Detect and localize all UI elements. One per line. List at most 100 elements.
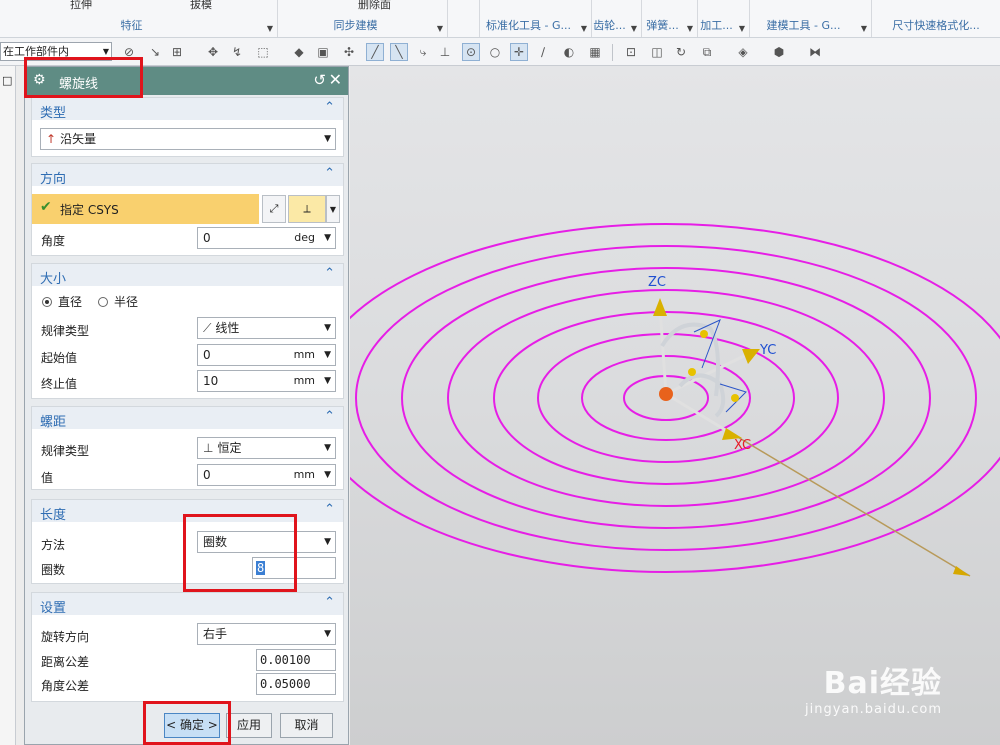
end-value-label: 终止值: [41, 377, 78, 391]
box-select-icon[interactable]: ⬚: [254, 43, 272, 61]
axis-label-x: XC: [734, 438, 751, 453]
pick-icon[interactable]: ↯: [228, 43, 246, 61]
angle-tolerance-input[interactable]: 0.05000: [256, 673, 336, 695]
settings-section: 设置 ⌃ 旋转方向 右手 ▼ 距离公差 0.00100 角度公差 0.05000: [31, 592, 344, 702]
ribbon-group-label: 建模工具 - G...: [766, 19, 841, 32]
settings-section-header[interactable]: 设置 ⌃: [32, 593, 343, 616]
collapse-icon[interactable]: ⌃: [324, 595, 335, 610]
move-icon[interactable]: ✥: [204, 43, 222, 61]
draft-label[interactable]: 拔模: [190, 0, 212, 12]
pitch-section-header[interactable]: 螺距 ⌃: [32, 407, 343, 430]
pitch-unit: mm: [293, 468, 315, 481]
angle-tolerance-label: 角度公差: [41, 679, 90, 693]
section-icon[interactable]: ⧓: [806, 43, 824, 61]
csys-dialog-button[interactable]: ⤢: [262, 195, 286, 223]
ribbon-group-features[interactable]: 拉伸 拔模 特征 ▼: [0, 0, 278, 37]
close-icon[interactable]: ✕: [329, 70, 342, 89]
turns-label: 圈数: [41, 563, 66, 577]
snap-point-icon[interactable]: ⊞: [168, 43, 186, 61]
angle-unit: deg: [294, 231, 315, 244]
arc-icon[interactable]: ╲: [390, 43, 408, 61]
curve-icon[interactable]: ⤷: [414, 43, 432, 61]
collapse-icon[interactable]: ⌃: [324, 409, 335, 424]
csys-type-button[interactable]: ⟂: [288, 195, 326, 223]
selection-toolbar: 在工作部件内 ▼ ⊘ ↘ ⊞ ✥ ↯ ⬚ ◆ ▣ ✣ ╱ ╲ ⤷ ⊥ ⊙ ○ ✛…: [0, 38, 1000, 66]
bars-icon[interactable]: ▦: [586, 43, 604, 61]
fit-view-icon[interactable]: ⊡: [622, 43, 640, 61]
ribbon-group-springs[interactable]: 弹簧... ▼: [642, 0, 698, 37]
ribbon-group-std-tools[interactable]: 标准化工具 - G... ▼: [480, 0, 592, 37]
type-section-header[interactable]: 类型 ⌃: [32, 98, 343, 121]
size-section-header[interactable]: 大小 ⌃: [32, 264, 343, 287]
csys-icon: ⤢: [269, 202, 279, 215]
nav-icon[interactable]: □: [2, 74, 12, 87]
origin-point[interactable]: [659, 387, 673, 401]
orient-icon[interactable]: ⧉: [698, 43, 716, 61]
ribbon-group-machining[interactable]: 加工... ▼: [698, 0, 750, 37]
watermark: Bai经验 jingyan.baidu.com: [805, 658, 942, 717]
size-law-dropdown[interactable]: ⟋ 线性 ▼: [197, 317, 336, 339]
ribbon-group-sync[interactable]: 删除面 同步建模 ▼: [278, 0, 448, 37]
radius-radio[interactable]: [98, 297, 108, 307]
point-on-face-icon[interactable]: ◐: [560, 43, 578, 61]
solid-icon[interactable]: ◆: [290, 43, 308, 61]
ribbon-group-label: 弹簧...: [646, 19, 679, 32]
center-point-icon[interactable]: ⊙: [462, 43, 480, 61]
circle-point-icon[interactable]: ○: [486, 43, 504, 61]
rotate-icon[interactable]: ↻: [672, 43, 690, 61]
handle-ball[interactable]: [688, 368, 696, 376]
checkmark-icon: ✔: [40, 199, 52, 215]
zoom-icon[interactable]: ◫: [648, 43, 666, 61]
pitch-value-field[interactable]: 0 mm ▼: [197, 464, 336, 486]
grid-snap-icon[interactable]: ✣: [340, 43, 358, 61]
specify-csys-selector[interactable]: ✔ 指定 CSYS: [32, 194, 259, 224]
pivot-icon[interactable]: ⊥: [436, 43, 454, 61]
z-axis-handle[interactable]: [653, 298, 667, 316]
handle-ball[interactable]: [731, 394, 739, 402]
handle-ball[interactable]: [700, 330, 708, 338]
chevron-down-icon[interactable]: ▼: [267, 24, 273, 33]
chevron-down-icon: ▼: [324, 134, 331, 144]
start-value-field[interactable]: 0 mm ▼: [197, 344, 336, 366]
rotation-dropdown[interactable]: 右手 ▼: [197, 623, 336, 645]
end-value-field[interactable]: 10 mm ▼: [197, 370, 336, 392]
collapse-icon[interactable]: ⌃: [324, 502, 335, 517]
collapse-icon[interactable]: ⌃: [324, 266, 335, 281]
chevron-down-icon[interactable]: ▼: [631, 24, 637, 33]
ribbon-group-spacer: [448, 0, 480, 37]
crosshair-icon[interactable]: ✛: [510, 43, 528, 61]
pitch-law-dropdown[interactable]: ⊥ 恒定 ▼: [197, 437, 336, 459]
render-style-icon[interactable]: ◈: [734, 43, 752, 61]
shade-icon[interactable]: ⬢: [770, 43, 788, 61]
collapse-icon[interactable]: ⌃: [324, 166, 335, 181]
distance-tolerance-input[interactable]: 0.00100: [256, 649, 336, 671]
reset-icon[interactable]: ↺: [313, 71, 326, 89]
chevron-down-icon[interactable]: ▼: [687, 24, 693, 33]
chevron-down-icon[interactable]: ▼: [739, 24, 745, 33]
direction-section-header[interactable]: 方向 ⌃: [32, 164, 343, 187]
line-icon[interactable]: ╱: [366, 43, 384, 61]
start-unit: mm: [293, 348, 315, 361]
type-dropdown[interactable]: ↑ 沿矢量 ▼: [40, 128, 336, 150]
csys-manipulator[interactable]: ZC YC XC: [648, 275, 776, 453]
select-feature-icon[interactable]: ↘: [146, 43, 164, 61]
ribbon-group-modeling-tools[interactable]: 建模工具 - G... ▼: [750, 0, 872, 37]
collapse-icon[interactable]: ⌃: [324, 100, 335, 115]
slash-icon[interactable]: ∕: [534, 43, 552, 61]
constant-law-icon: ⊥: [203, 441, 214, 455]
chevron-down-icon[interactable]: ▼: [437, 24, 443, 33]
cube-icon[interactable]: ▣: [314, 43, 332, 61]
extrude-label[interactable]: 拉伸: [70, 0, 92, 12]
chevron-down-icon[interactable]: ▼: [861, 24, 867, 33]
pitch-section: 螺距 ⌃ 规律类型 ⊥ 恒定 ▼ 值 0 mm ▼: [31, 406, 344, 490]
cancel-button[interactable]: 取消: [280, 713, 333, 738]
diameter-radio[interactable]: [42, 297, 52, 307]
ribbon-group-gears[interactable]: 齿轮... ▼: [592, 0, 642, 37]
graphics-viewport[interactable]: ZC YC XC Bai经验 jingyan.baidu.com: [350, 66, 1000, 745]
apply-button[interactable]: 应用: [226, 713, 272, 738]
csys-dropdown-button[interactable]: ▼: [326, 195, 340, 223]
chevron-down-icon[interactable]: ▼: [581, 24, 587, 33]
angle-field[interactable]: 0 deg ▼: [197, 227, 336, 249]
ribbon-group-dim-format[interactable]: 尺寸快速格式化...: [872, 0, 1000, 37]
delete-face-label[interactable]: 删除面: [358, 0, 391, 12]
